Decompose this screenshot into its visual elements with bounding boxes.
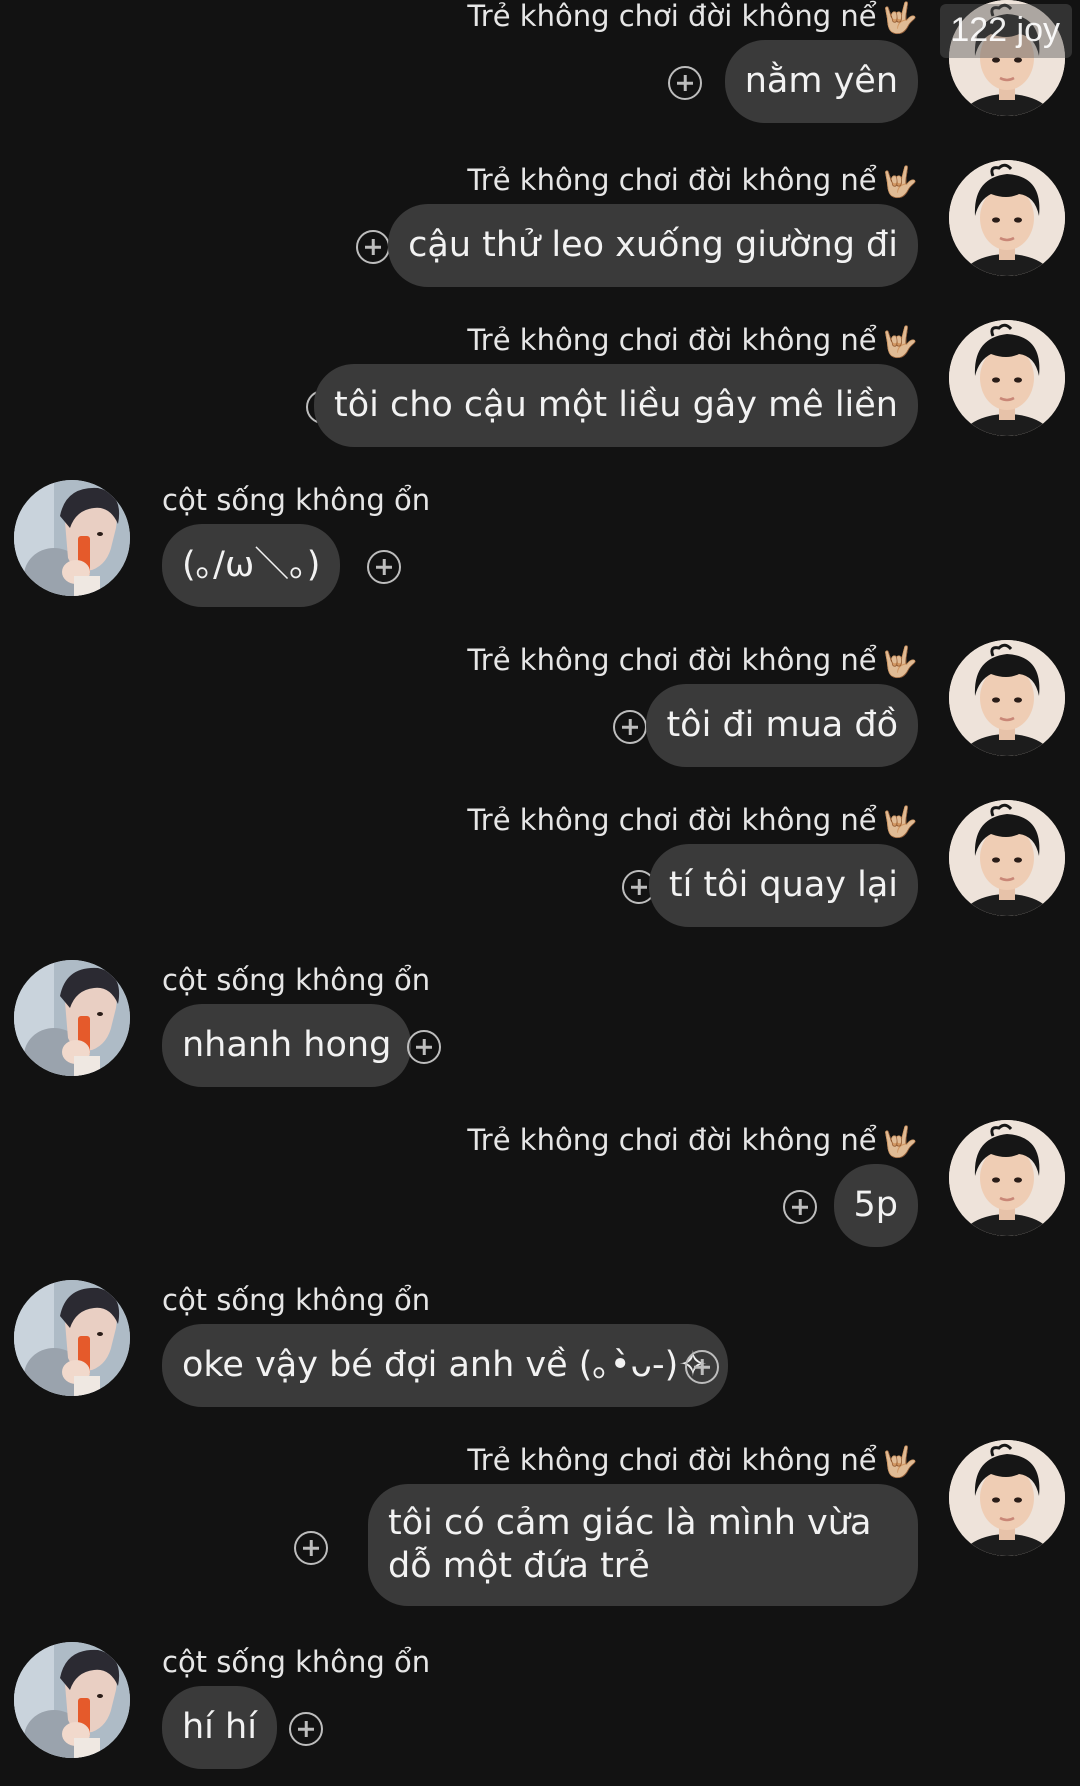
sender-name-text: Trẻ không chơi đời không nể	[467, 323, 877, 357]
rock-hand-icon: 🤟🏼	[880, 645, 918, 680]
message-bubble[interactable]: tôi cho cậu một liều gây mê liền	[313, 364, 918, 447]
message-outgoing: Trẻ không chơi đời không nể 🤟🏼 5p	[0, 1120, 1080, 1247]
sender-name: Trẻ không chơi đời không nể 🤟🏼	[467, 1120, 918, 1163]
message-outgoing: Trẻ không chơi đời không nể 🤟🏼 tôi cho cậ…	[0, 320, 1080, 447]
rock-hand-icon: 🤟🏼	[880, 165, 918, 200]
message-bubble[interactable]: (｡/ω＼｡)	[162, 524, 341, 607]
message-bubble[interactable]: tí tôi quay lại	[648, 844, 918, 927]
contact-avatar[interactable]	[949, 800, 1065, 916]
contact-avatar[interactable]	[14, 1642, 130, 1758]
sender-name: Trẻ không chơi đời không nể 🤟🏼	[467, 800, 918, 843]
sender-name: cột sống không ổn	[162, 963, 431, 997]
message-bubble[interactable]: oke vậy bé đợi anh về (｡•̀ᴗ-)✧	[162, 1324, 728, 1407]
rock-hand-icon: 🤟🏼	[880, 805, 918, 840]
rock-hand-icon: 🤟🏼	[880, 325, 918, 360]
sender-name: Trẻ không chơi đời không nể 🤟🏼	[467, 1440, 918, 1483]
rock-hand-icon: 🤟🏼	[880, 1125, 918, 1160]
sender-name-text: Trẻ không chơi đời không nể	[467, 1123, 877, 1157]
contact-avatar[interactable]	[14, 960, 130, 1076]
sender-name: cột sống không ổn	[162, 1645, 431, 1679]
add-reaction-icon[interactable]	[289, 1712, 323, 1746]
chat-conversation: 122 joy Trẻ không chơi đời không nể 🤟🏼 nằ…	[0, 0, 1080, 1786]
message-outgoing: Trẻ không chơi đời không nể 🤟🏼 nằm yên	[0, 0, 1080, 123]
message-incoming: cột sống không ổn oke vậy bé đợi anh về …	[0, 1280, 1080, 1407]
message-bubble[interactable]: nhanh hong	[162, 1004, 412, 1087]
add-reaction-icon[interactable]	[613, 710, 647, 744]
sender-name-text: Trẻ không chơi đời không nể	[467, 643, 877, 677]
add-reaction-icon[interactable]	[367, 550, 401, 584]
message-bubble[interactable]: tôi có cảm giác là mình vừa dỗ một đứa t…	[368, 1484, 918, 1606]
contact-avatar[interactable]	[949, 640, 1065, 756]
sender-name: cột sống không ổn	[162, 483, 431, 517]
message-bubble[interactable]: tôi đi mua đồ	[646, 684, 918, 767]
sender-name: cột sống không ổn	[162, 1283, 431, 1317]
sender-name: Trẻ không chơi đời không nể 🤟🏼	[467, 160, 918, 203]
message-incoming: cột sống không ổn nhanh hong	[0, 960, 1080, 1087]
message-outgoing: Trẻ không chơi đời không nể 🤟🏼 tôi có cảm…	[0, 1440, 1080, 1610]
contact-avatar[interactable]	[949, 160, 1065, 276]
rock-hand-icon: 🤟🏼	[880, 1, 918, 36]
contact-avatar[interactable]	[949, 320, 1065, 436]
sender-name-text: Trẻ không chơi đời không nể	[467, 0, 877, 33]
message-outgoing: Trẻ không chơi đời không nể 🤟🏼 tôi đi mua…	[0, 640, 1080, 767]
sender-name-text: Trẻ không chơi đời không nể	[467, 163, 877, 197]
message-incoming: cột sống không ổn (｡/ω＼｡)	[0, 480, 1080, 607]
message-outgoing: Trẻ không chơi đời không nể 🤟🏼 cậu thử le…	[0, 160, 1080, 287]
contact-avatar[interactable]	[14, 1280, 130, 1396]
sender-name-text: Trẻ không chơi đời không nể	[467, 1443, 877, 1477]
add-reaction-icon[interactable]	[783, 1190, 817, 1224]
sender-name-text: Trẻ không chơi đời không nể	[467, 803, 877, 837]
contact-avatar[interactable]	[14, 480, 130, 596]
add-reaction-icon[interactable]	[685, 1350, 719, 1384]
add-reaction-icon[interactable]	[356, 230, 390, 264]
message-bubble[interactable]: hí hí	[162, 1686, 277, 1769]
contact-avatar[interactable]	[949, 1120, 1065, 1236]
sender-name: Trẻ không chơi đời không nể 🤟🏼	[467, 320, 918, 363]
message-incoming: cột sống không ổn hí hí	[0, 1642, 1080, 1772]
add-reaction-icon[interactable]	[294, 1531, 328, 1565]
message-bubble[interactable]: 5p	[833, 1164, 918, 1247]
add-reaction-icon[interactable]	[668, 66, 702, 100]
message-bubble[interactable]: cậu thử leo xuống giường đi	[388, 204, 918, 287]
sender-name: Trẻ không chơi đời không nể 🤟🏼	[467, 640, 918, 683]
rock-hand-icon: 🤟🏼	[880, 1445, 918, 1480]
sender-name: Trẻ không chơi đời không nể 🤟🏼	[467, 0, 918, 39]
add-reaction-icon[interactable]	[407, 1030, 441, 1064]
message-bubble[interactable]: nằm yên	[724, 40, 918, 123]
watermark: 122 joy	[940, 4, 1072, 58]
contact-avatar[interactable]	[949, 1440, 1065, 1556]
message-outgoing: Trẻ không chơi đời không nể 🤟🏼 tí tôi qua…	[0, 800, 1080, 927]
